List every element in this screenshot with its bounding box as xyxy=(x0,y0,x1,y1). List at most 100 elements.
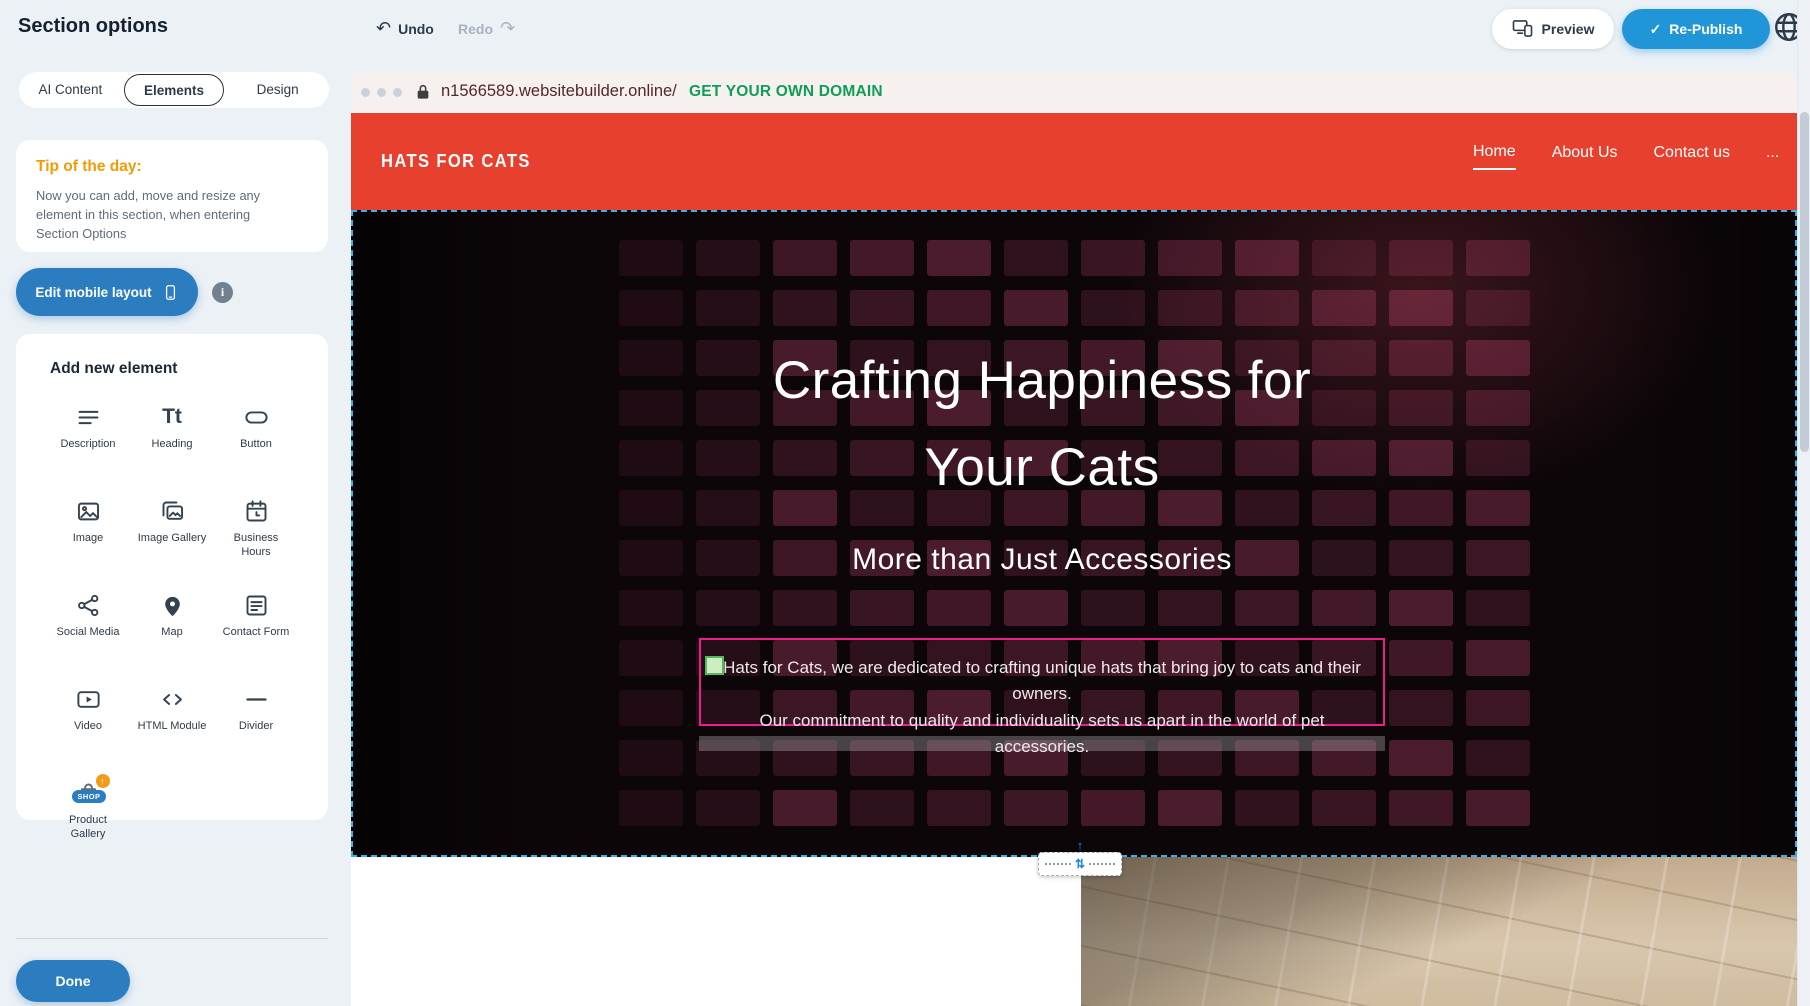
element-label: Map xyxy=(137,625,207,639)
done-label: Done xyxy=(56,973,91,989)
add-element-image[interactable]: Image xyxy=(46,488,130,574)
add-element-button[interactable]: Button xyxy=(214,394,298,480)
heading-icon: Tt xyxy=(162,402,182,432)
resize-pill[interactable] xyxy=(1038,852,1122,876)
shop-badge: SHOP xyxy=(72,790,107,803)
undo-icon xyxy=(376,18,391,39)
site-nav: Home About Us Contact us ... xyxy=(1473,143,1779,170)
paragraph-line-2: Our commitment to quality and individual… xyxy=(713,708,1371,761)
contact-form-icon xyxy=(243,590,270,620)
add-element-description[interactable]: Description xyxy=(46,394,130,480)
scrollbar-thumb[interactable] xyxy=(1800,112,1809,452)
add-element-html-module[interactable]: HTML Module xyxy=(130,676,214,762)
hero-section[interactable]: Crafting Happiness for Your Cats More th… xyxy=(351,210,1797,857)
undo-button[interactable]: Undo xyxy=(376,18,434,39)
preview-browser-bar: n1566589.websitebuilder.online/ GET YOUR… xyxy=(351,72,1797,113)
element-label: Video xyxy=(53,719,123,733)
site-url: n1566589.websitebuilder.online/ xyxy=(441,82,677,101)
sidebar-divider xyxy=(16,938,328,939)
hero-paragraph: Hats for Cats, we are dedicated to craft… xyxy=(713,655,1371,760)
get-own-domain-link[interactable]: GET YOUR OWN DOMAIN xyxy=(689,83,883,101)
element-drag-handle[interactable] xyxy=(705,656,724,675)
hero-subheading[interactable]: More than Just Accessories xyxy=(351,543,1733,577)
check-icon xyxy=(1650,21,1662,38)
add-element-divider[interactable]: Divider xyxy=(214,676,298,762)
element-label: Image Gallery xyxy=(137,531,207,545)
browser-dots xyxy=(361,88,402,97)
edit-mobile-layout-button[interactable]: Edit mobile layout xyxy=(16,268,198,316)
tab-design[interactable]: Design xyxy=(228,74,327,106)
image-gallery-icon xyxy=(159,496,186,526)
map-pin-icon xyxy=(159,590,186,620)
preview-button[interactable]: Preview xyxy=(1492,9,1614,49)
add-new-element-panel: Add new element DescriptionTtHeadingButt… xyxy=(16,334,328,820)
add-element-social-media[interactable]: Social Media xyxy=(46,582,130,668)
lock-icon xyxy=(415,83,431,106)
next-section-background[interactable] xyxy=(351,857,1081,1006)
add-element-product-gallery[interactable]: SHOP Product Gallery xyxy=(46,770,130,856)
element-label: Description xyxy=(53,437,123,451)
preview-label: Preview xyxy=(1542,21,1595,37)
browser-dot xyxy=(361,88,370,97)
section-resize-handle[interactable] xyxy=(1038,840,1122,876)
button-icon xyxy=(243,402,270,432)
arrow-up-icon xyxy=(1038,840,1122,851)
element-label: HTML Module xyxy=(137,719,207,733)
next-section-image[interactable] xyxy=(1081,857,1797,1006)
element-grid: Description Tt Heading Button Image Image Gal… xyxy=(16,394,328,856)
nav-more-icon[interactable]: ... xyxy=(1766,144,1779,169)
resize-arrows-icon xyxy=(1072,857,1088,871)
product-gallery-icon: SHOP xyxy=(75,778,102,808)
business-hours-icon xyxy=(243,496,270,526)
scrollbar[interactable] xyxy=(1797,0,1810,1006)
nav-home[interactable]: Home xyxy=(1473,143,1516,170)
element-label: Business Hours xyxy=(221,531,291,560)
phone-icon xyxy=(162,284,179,301)
hero-heading-line1[interactable]: Crafting Happiness for xyxy=(351,350,1733,411)
tip-body: Now you can add, move and resize any ele… xyxy=(36,186,292,244)
element-label: Divider xyxy=(221,719,291,733)
page-title: Section options xyxy=(18,15,168,38)
paragraph-line-1: Hats for Cats, we are dedicated to craft… xyxy=(713,655,1371,708)
republish-button[interactable]: Re-Publish xyxy=(1622,9,1770,49)
upgrade-badge-icon xyxy=(96,774,110,788)
element-label: Image xyxy=(53,531,123,545)
add-element-video[interactable]: Video xyxy=(46,676,130,762)
redo-button[interactable]: Redo xyxy=(458,18,515,39)
selected-paragraph-element[interactable]: Hats for Cats, we are dedicated to craft… xyxy=(699,638,1385,726)
html-module-icon xyxy=(159,684,186,714)
devices-icon xyxy=(1512,19,1533,40)
element-label: Heading xyxy=(137,437,207,451)
edit-mobile-label: Edit mobile layout xyxy=(35,285,151,300)
tab-ai-content[interactable]: AI Content xyxy=(21,74,120,106)
add-element-image-gallery[interactable]: Image Gallery xyxy=(130,488,214,574)
republish-label: Re-Publish xyxy=(1669,21,1742,37)
info-icon[interactable]: i xyxy=(212,282,233,303)
add-element-business-hours[interactable]: Business Hours xyxy=(214,488,298,574)
text-lines-icon xyxy=(75,402,102,432)
hero-heading-line2[interactable]: Your Cats xyxy=(351,437,1733,498)
done-button[interactable]: Done xyxy=(16,960,130,1002)
undo-label: Undo xyxy=(398,21,434,37)
redo-icon xyxy=(500,18,515,39)
element-label: Contact Form xyxy=(221,625,291,639)
tip-of-the-day-card: Tip of the day: Now you can add, move an… xyxy=(16,140,328,252)
site-header[interactable]: HATS FOR CATS Home About Us Contact us .… xyxy=(351,113,1797,210)
add-element-contact-form[interactable]: Contact Form xyxy=(214,582,298,668)
element-label: Product Gallery xyxy=(53,813,123,842)
site-logo[interactable]: HATS FOR CATS xyxy=(381,151,531,172)
redo-label: Redo xyxy=(458,21,493,37)
sidebar-tabs: AI Content Elements Design xyxy=(19,72,329,108)
video-icon xyxy=(75,684,102,714)
add-element-map[interactable]: Map xyxy=(130,582,214,668)
image-icon xyxy=(75,496,102,526)
divider-icon xyxy=(243,684,270,714)
nav-contact-us[interactable]: Contact us xyxy=(1654,144,1730,169)
tab-elements[interactable]: Elements xyxy=(124,74,225,106)
browser-dot xyxy=(377,88,386,97)
browser-dot xyxy=(393,88,402,97)
element-label: Button xyxy=(221,437,291,451)
social-media-icon xyxy=(75,590,102,620)
nav-about-us[interactable]: About Us xyxy=(1552,144,1618,169)
add-element-heading[interactable]: Tt Heading xyxy=(130,394,214,480)
